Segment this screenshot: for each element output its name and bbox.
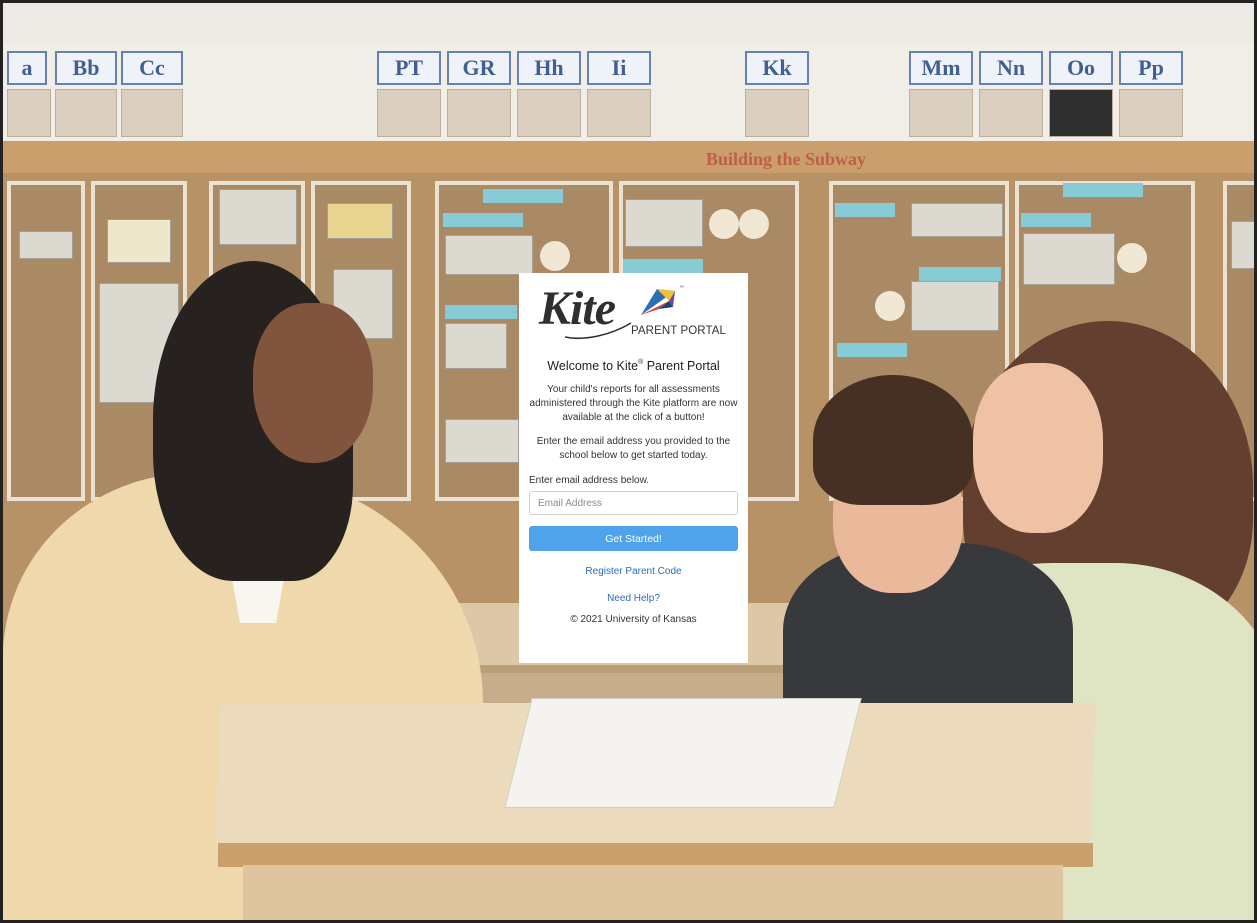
need-help-link[interactable]: Need Help?	[519, 593, 748, 604]
welcome-suffix: Parent Portal	[643, 359, 720, 373]
login-page: a Bb Cc PT GR Hh Ii Kk Mm Nn Oo Pp Build…	[0, 0, 1257, 923]
kite-icon	[641, 289, 675, 315]
logo-swoosh-icon	[564, 322, 632, 340]
logo-trademark: ™	[679, 285, 684, 291]
register-parent-code-link[interactable]: Register Parent Code	[519, 566, 748, 577]
login-card: Kite ™ PARENT PORTAL Welcome to Kite® Pa…	[519, 273, 748, 663]
get-started-button[interactable]: Get Started!	[529, 526, 738, 551]
email-label: Enter email address below.	[529, 475, 650, 486]
registered-mark: ®	[638, 358, 644, 366]
welcome-prefix: Welcome to Kite	[547, 359, 639, 373]
logo-subtitle: PARENT PORTAL	[631, 325, 727, 337]
intro-text: Your child's reports for all assessments…	[529, 384, 738, 423]
welcome-heading: Welcome to Kite® Parent Portal	[519, 359, 748, 373]
kite-parent-portal-logo: Kite ™ PARENT PORTAL	[519, 273, 748, 347]
instructions-text: Enter the email address you provided to …	[536, 436, 731, 461]
email-input[interactable]	[529, 491, 738, 515]
copyright-text: © 2021 University of Kansas	[570, 614, 697, 625]
